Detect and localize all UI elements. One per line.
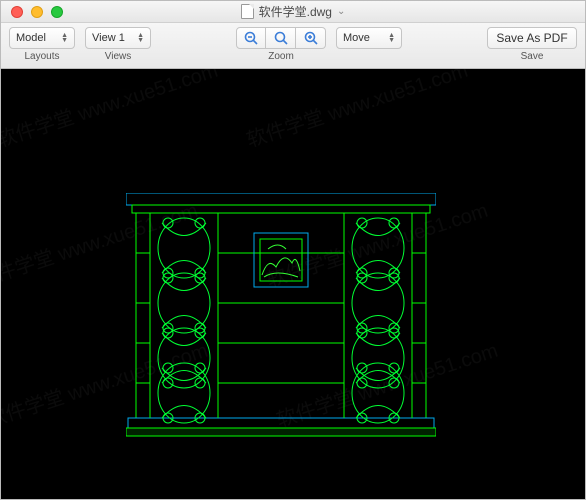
zoom-out-button[interactable] <box>236 27 266 49</box>
app-window: 软件学堂.dwg ⌄ Model ▲▼ Layouts View 1 ▲▼ Vi… <box>0 0 586 500</box>
drawing-canvas[interactable]: 软件学堂 www.xue51.com 软件学堂 www.xue51.com 软件… <box>1 69 585 499</box>
zoom-fit-icon <box>273 30 289 46</box>
layouts-label: Layouts <box>24 51 59 62</box>
save-group: Save As PDF Save <box>487 27 577 62</box>
save-label: Save <box>521 51 544 62</box>
save-button-label: Save As PDF <box>496 31 567 45</box>
views-group: View 1 ▲▼ Views <box>85 27 151 62</box>
zoom-in-icon <box>303 30 319 46</box>
move-group: Move ▲▼ <box>336 27 402 51</box>
layouts-group: Model ▲▼ Layouts <box>9 27 75 62</box>
document-icon <box>241 4 254 19</box>
select-arrows-icon: ▲▼ <box>137 33 144 43</box>
watermark: 软件学堂 www.xue51.com <box>242 69 471 153</box>
minimize-window-button[interactable] <box>31 6 43 18</box>
window-title: 软件学堂.dwg ⌄ <box>1 3 585 20</box>
layouts-value: Model <box>16 32 46 44</box>
zoom-label: Zoom <box>268 51 294 62</box>
zoom-fit-button[interactable] <box>266 27 296 49</box>
window-controls <box>1 6 63 18</box>
zoom-in-button[interactable] <box>296 27 326 49</box>
close-window-button[interactable] <box>11 6 23 18</box>
title-chevron-icon: ⌄ <box>337 6 345 17</box>
move-select[interactable]: Move ▲▼ <box>336 27 402 49</box>
select-arrows-icon: ▲▼ <box>388 33 395 43</box>
views-select[interactable]: View 1 ▲▼ <box>85 27 151 49</box>
cad-drawing <box>126 193 436 443</box>
zoom-out-icon <box>243 30 259 46</box>
toolbar: Model ▲▼ Layouts View 1 ▲▼ Views <box>1 23 585 69</box>
move-value: Move <box>343 32 370 44</box>
save-as-pdf-button[interactable]: Save As PDF <box>487 27 577 49</box>
title-text: 软件学堂.dwg <box>259 3 332 20</box>
layouts-select[interactable]: Model ▲▼ <box>9 27 75 49</box>
views-value: View 1 <box>92 32 125 44</box>
views-label: Views <box>105 51 132 62</box>
titlebar: 软件学堂.dwg ⌄ <box>1 1 585 23</box>
zoom-window-button[interactable] <box>51 6 63 18</box>
zoom-segment <box>236 27 326 49</box>
watermark: 软件学堂 www.xue51.com <box>1 69 221 153</box>
zoom-group: Zoom <box>236 27 326 62</box>
select-arrows-icon: ▲▼ <box>61 33 68 43</box>
